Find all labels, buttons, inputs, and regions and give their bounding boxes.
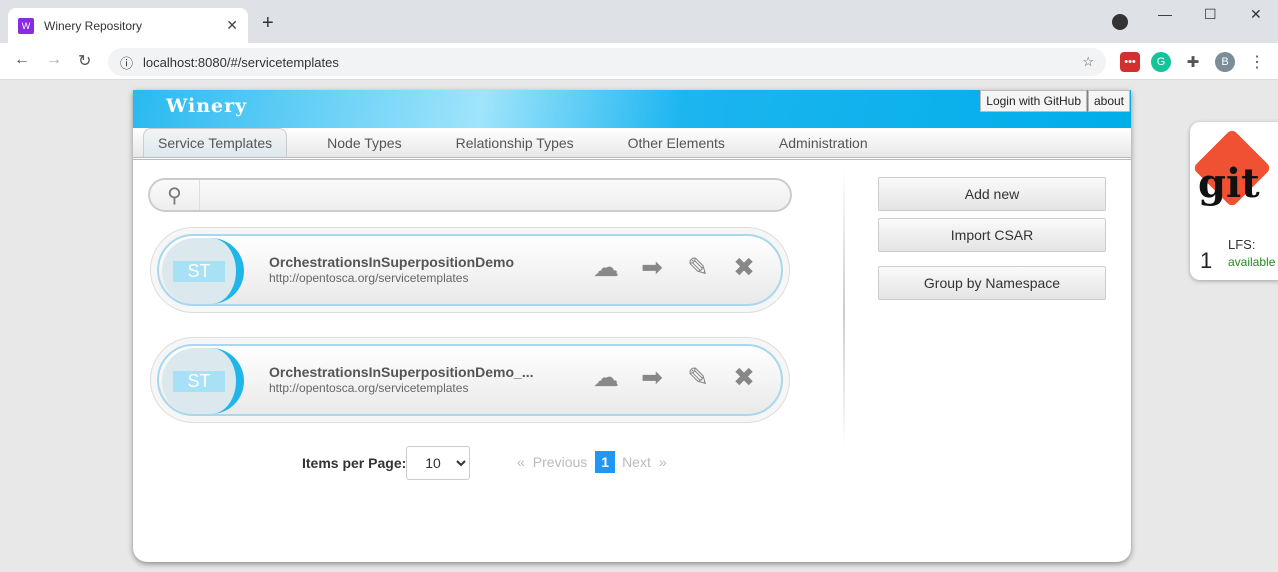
menu-administration[interactable]: Administration [765,129,882,157]
menu-relationship-types[interactable]: Relationship Types [442,129,588,157]
header-banner: Winery Login with GitHub about [133,90,1131,128]
login-github-button[interactable]: Login with GitHub [980,90,1087,112]
address-bar: ← → ↻ ⓘ localhost:8080/#/servicetemplate… [0,43,1278,80]
items-per-page: Items per Page: 10 [302,446,471,480]
new-tab-icon[interactable]: + [262,12,274,35]
git-count: 1 [1200,248,1213,273]
url-input[interactable]: ⓘ localhost:8080/#/servicetemplates ☆ [108,48,1106,76]
winery-app: Winery Login with GitHub about Service T… [133,90,1131,562]
tab-search-icon[interactable] [1112,14,1128,30]
page-1-button[interactable]: 1 [595,451,616,473]
export-icon[interactable]: ➡ [635,249,669,285]
st-badge: ST [162,348,244,414]
export-icon[interactable]: ➡ [635,359,669,395]
delete-icon[interactable]: ✖ [727,359,761,395]
info-icon[interactable]: ⓘ [120,53,133,72]
add-new-button[interactable]: Add new [878,177,1106,211]
st-badge: ST [162,238,244,304]
import-csar-button[interactable]: Import CSAR [878,218,1106,252]
minimize-icon[interactable]: — [1158,6,1172,22]
divider [843,170,845,450]
next-arrow-icon: » [658,454,667,470]
cloud-upload-icon[interactable]: ☁ [589,359,623,395]
close-window-icon[interactable]: ✕ [1250,6,1262,23]
item-name[interactable]: OrchestrationsInSuperpositionDemo_... [269,364,534,380]
winery-favicon-icon: W [18,17,34,34]
browser-tab[interactable]: W Winery Repository ✕ [8,8,248,43]
browser-menu-icon[interactable]: ⋮ [1247,52,1267,72]
item-name[interactable]: OrchestrationsInSuperpositionDemo [269,254,514,270]
extensions-puzzle-icon[interactable]: ✚ [1183,52,1203,72]
previous-button[interactable]: Previous [533,454,587,470]
item-namespace: http://opentosca.org/servicetemplates [269,271,469,285]
browser-tab-bar: W Winery Repository ✕ + — ☐ ✕ [0,0,1278,43]
menu-other-elements[interactable]: Other Elements [614,129,739,157]
items-per-page-select[interactable]: 10 [406,446,471,480]
badge-text: ST [173,370,225,392]
lfs-label: LFS: [1228,237,1256,252]
lfs-status: available [1228,255,1276,269]
items-per-page-label: Items per Page: [302,455,407,471]
lastpass-extension-icon[interactable]: ••• [1120,52,1140,72]
group-by-namespace-button[interactable]: Group by Namespace [878,266,1106,300]
grammarly-extension-icon[interactable]: G [1151,52,1171,72]
edit-icon[interactable]: ✎ [681,359,715,395]
service-template-item[interactable]: ST OrchestrationsInSuperpositionDemo_...… [150,337,790,423]
git-logo-text: git [1198,160,1260,207]
close-tab-icon[interactable]: ✕ [226,17,238,34]
git-status-card[interactable]: git 1 LFS: available [1190,122,1278,280]
search-icon[interactable]: ⚲ [150,180,200,210]
pagination: « Previous 1 Next » [517,451,667,473]
reload-icon[interactable]: ↻ [78,51,91,71]
delete-icon[interactable]: ✖ [727,249,761,285]
item-namespace: http://opentosca.org/servicetemplates [269,381,469,395]
next-button[interactable]: Next [622,454,651,470]
service-template-item[interactable]: ST OrchestrationsInSuperpositionDemo htt… [150,227,790,313]
bookmark-star-icon[interactable]: ☆ [1082,54,1094,70]
main-menu: Service Templates Node Types Relationshi… [133,128,1131,160]
back-icon[interactable]: ← [14,51,30,69]
previous-arrow-icon: « [517,454,525,470]
search-input[interactable] [200,180,790,210]
edit-icon[interactable]: ✎ [681,249,715,285]
search-box: ⚲ [148,178,792,212]
menu-service-templates[interactable]: Service Templates [143,128,288,157]
menu-node-types[interactable]: Node Types [313,129,415,157]
about-button[interactable]: about [1087,90,1130,112]
forward-icon[interactable]: → [46,51,62,69]
badge-text: ST [173,260,225,282]
profile-avatar[interactable]: B [1215,52,1235,72]
url-text: localhost:8080/#/servicetemplates [143,54,339,70]
tab-title: Winery Repository [44,18,143,33]
winery-logo[interactable]: Winery [166,95,247,117]
cloud-upload-icon[interactable]: ☁ [589,249,623,285]
maximize-icon[interactable]: ☐ [1204,6,1217,23]
